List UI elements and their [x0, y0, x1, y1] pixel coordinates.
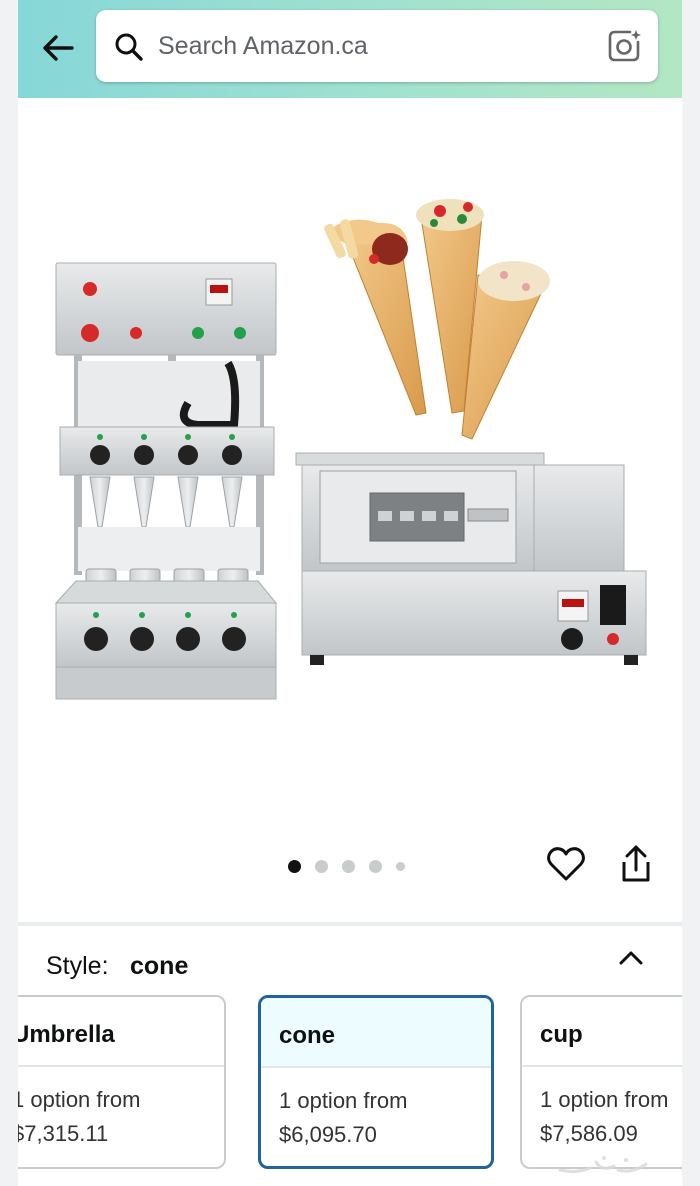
pager-dot[interactable] [342, 859, 355, 873]
collapse-button[interactable] [616, 946, 646, 970]
option-divider [261, 1066, 491, 1068]
product-image-gallery[interactable] [18, 98, 682, 920]
add-to-favorites-button[interactable] [546, 846, 586, 882]
option-price: $7,586.09 [540, 1121, 638, 1146]
option-title: Umbrella [18, 1021, 115, 1048]
option-divider [18, 1065, 224, 1067]
style-options-carousel[interactable]: Umbrella 1 option from $7,315.11 cone 1 … [18, 995, 682, 1171]
pager-dot[interactable] [396, 861, 405, 871]
heart-icon [547, 847, 585, 881]
share-button[interactable] [618, 844, 654, 884]
option-subtitle: 1 option from [540, 1087, 669, 1112]
right-edge [682, 0, 700, 1186]
pager-dot[interactable] [315, 859, 328, 873]
style-label: Style: [46, 952, 109, 980]
style-option-umbrella[interactable]: Umbrella 1 option from $7,315.11 [18, 995, 226, 1169]
option-subtitle: 1 option from [279, 1088, 408, 1113]
pager-dot[interactable] [288, 859, 301, 873]
header-bar [18, 0, 682, 98]
search-icon [115, 33, 143, 61]
chevron-up-icon [619, 951, 643, 965]
option-divider [522, 1065, 682, 1067]
option-title: cup [540, 1021, 583, 1048]
option-title: cone [279, 1022, 336, 1049]
style-option-cone[interactable]: cone 1 option from $6,095.70 [258, 995, 494, 1169]
option-price: $6,095.70 [279, 1122, 377, 1147]
product-page: Style: cone Umbrella 1 option from $7,31… [0, 0, 700, 1186]
image-pager[interactable] [288, 858, 405, 874]
search-box[interactable] [96, 10, 658, 82]
style-selector-header[interactable]: Style: cone [18, 926, 682, 992]
share-icon [622, 845, 650, 882]
back-button[interactable] [38, 28, 78, 68]
option-price: $7,315.11 [18, 1121, 109, 1146]
product-image [54, 199, 647, 700]
style-selected-value: cone [130, 952, 189, 980]
option-subtitle: 1 option from [18, 1087, 141, 1112]
watermark-logo [558, 1156, 648, 1174]
search-input[interactable] [158, 26, 578, 66]
style-option-cup[interactable]: cup 1 option from $7,586.09 [520, 995, 682, 1169]
arrow-left-icon [43, 35, 74, 61]
camera-lens-icon[interactable] [606, 28, 642, 64]
pager-dot[interactable] [369, 859, 382, 873]
left-edge [0, 0, 18, 1186]
